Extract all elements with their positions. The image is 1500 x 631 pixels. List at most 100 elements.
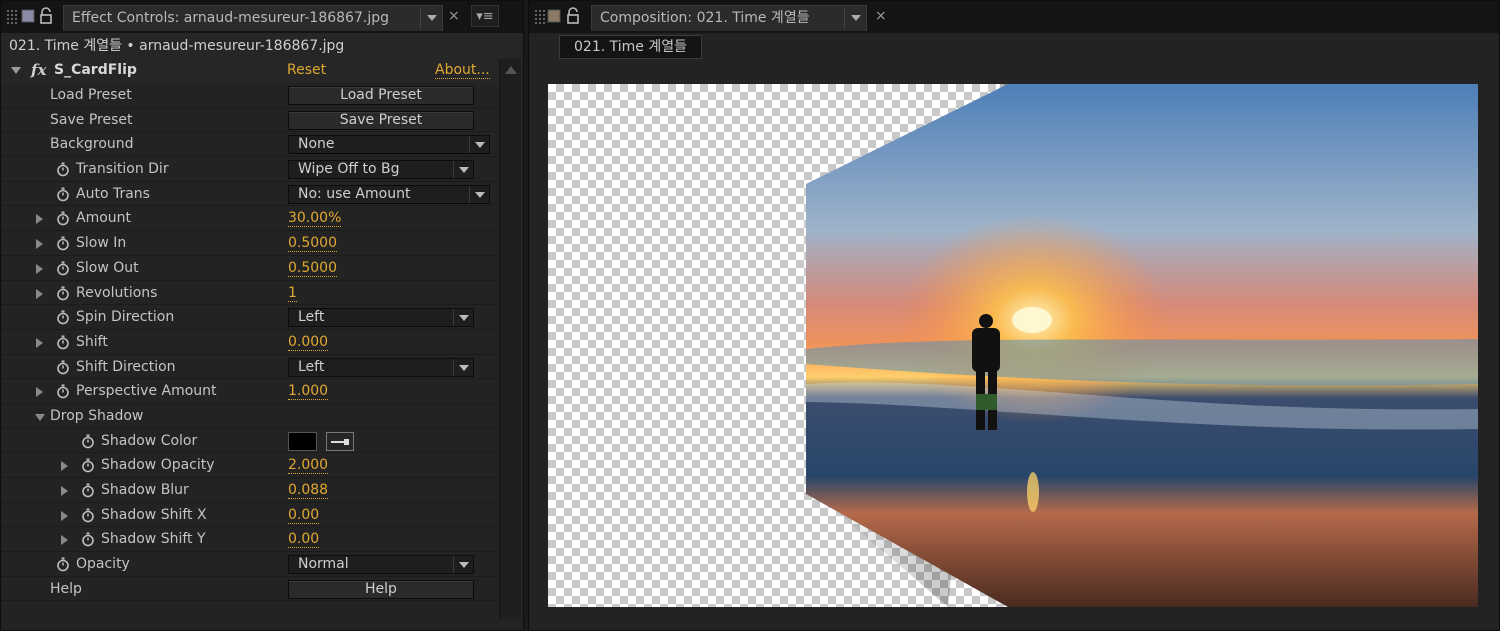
shadow-blur-value[interactable]: 0.088 xyxy=(288,482,329,499)
twirl-triangle-icon[interactable] xyxy=(36,387,43,398)
stopwatch-icon[interactable] xyxy=(56,360,70,375)
twirl-triangle-icon[interactable] xyxy=(61,461,68,472)
property-row-amount: Amount 30.00% xyxy=(1,206,499,232)
slow-in-value[interactable]: 0.5000 xyxy=(288,235,337,253)
dropdown-arrow-icon xyxy=(453,358,473,376)
stopwatch-icon[interactable] xyxy=(56,211,70,226)
revolutions-value[interactable]: 1 xyxy=(288,285,297,302)
panel-menu-icon[interactable]: ▾≡ xyxy=(471,5,499,27)
twirl-open-icon[interactable] xyxy=(11,67,21,74)
transparency-grid-canvas[interactable] xyxy=(548,84,1478,607)
stopwatch-icon[interactable] xyxy=(56,335,70,350)
stopwatch-icon[interactable] xyxy=(81,483,95,498)
shift-value[interactable]: 0.000 xyxy=(288,334,329,351)
twirl-triangle-icon[interactable] xyxy=(36,263,43,274)
flipped-card xyxy=(806,84,1478,607)
property-label: Transition Dir xyxy=(76,161,169,178)
property-row-save-preset: Save Preset Save Preset xyxy=(1,107,499,133)
transition-dir-select[interactable]: Wipe Off to Bg xyxy=(288,160,474,180)
twirl-triangle-icon[interactable] xyxy=(36,214,43,225)
property-row-shift-direction: Shift Direction Left xyxy=(1,354,499,380)
property-label: Shadow Shift X xyxy=(101,506,207,523)
spin-direction-select[interactable]: Left xyxy=(288,308,474,328)
dropdown-arrow-icon xyxy=(469,185,489,203)
eyedropper-button[interactable] xyxy=(326,431,354,451)
opacity-select[interactable]: Normal xyxy=(288,555,474,575)
stopwatch-icon[interactable] xyxy=(56,261,70,276)
property-row-slow-out: Slow Out 0.5000 xyxy=(1,255,499,281)
stopwatch-icon[interactable] xyxy=(56,162,70,177)
stopwatch-icon[interactable] xyxy=(56,286,70,301)
twirl-triangle-icon[interactable] xyxy=(36,337,43,348)
property-label: Amount xyxy=(76,210,132,227)
twirl-triangle-icon[interactable] xyxy=(61,510,68,521)
grip-icon[interactable] xyxy=(6,9,18,25)
property-row-transition-dir: Transition Dir Wipe Off to Bg xyxy=(1,157,499,182)
property-label: Shift Direction xyxy=(76,358,176,375)
tab-dropdown[interactable] xyxy=(844,8,866,28)
slow-out-value[interactable]: 0.5000 xyxy=(288,260,337,277)
effect-name: S_CardFlip xyxy=(54,62,137,78)
stopwatch-icon[interactable] xyxy=(56,310,70,325)
lock-icon[interactable] xyxy=(566,7,580,25)
background-select[interactable]: None xyxy=(288,135,490,155)
shadow-shift-y-value[interactable]: 0.00 xyxy=(288,531,320,549)
shadow-shift-x-value[interactable]: 0.00 xyxy=(288,507,320,524)
property-row-opacity: Opacity Normal xyxy=(1,552,499,577)
stopwatch-icon[interactable] xyxy=(56,557,70,572)
save-preset-button[interactable]: Save Preset xyxy=(288,110,474,130)
composition-navigator: 021. Time 계열들 xyxy=(529,33,1499,67)
shift-direction-select[interactable]: Left xyxy=(288,357,474,377)
composition-tabbar: Composition: 021. Time 계열들 × xyxy=(529,1,1499,33)
perspective-amount-value[interactable]: 1.000 xyxy=(288,383,329,401)
close-icon[interactable]: × xyxy=(448,7,460,25)
effect-controls-tabbar: Effect Controls: arnaud-mesureur-186867.… xyxy=(1,1,523,33)
scrollbar[interactable] xyxy=(499,59,521,619)
tab-composition[interactable]: Composition: 021. Time 계열들 xyxy=(591,5,867,31)
select-value: No: use Amount xyxy=(298,185,411,202)
property-row-load-preset: Load Preset Load Preset xyxy=(1,83,499,108)
twirl-triangle-icon[interactable] xyxy=(61,535,68,546)
chevron-down-icon xyxy=(427,15,437,21)
reset-link[interactable]: Reset xyxy=(287,62,326,78)
scroll-up-icon[interactable] xyxy=(505,66,517,74)
property-label: Spin Direction xyxy=(76,309,175,326)
eyedropper-icon xyxy=(331,438,349,445)
dropdown-arrow-icon xyxy=(453,309,473,327)
panel-swatch-icon xyxy=(21,9,35,23)
help-button[interactable]: Help xyxy=(288,579,474,599)
close-icon[interactable]: × xyxy=(875,7,887,25)
grip-icon[interactable] xyxy=(534,9,546,25)
shadow-color-swatch[interactable] xyxy=(288,431,317,451)
twirl-triangle-icon[interactable] xyxy=(36,288,43,299)
lock-icon[interactable] xyxy=(39,7,53,25)
stopwatch-icon[interactable] xyxy=(81,434,95,449)
twirl-open-icon[interactable] xyxy=(35,413,45,421)
stopwatch-icon[interactable] xyxy=(81,532,95,547)
dropdown-arrow-icon xyxy=(469,136,489,154)
property-row-shadow-blur: Shadow Blur 0.088 xyxy=(1,478,499,503)
composition-viewer[interactable] xyxy=(529,67,1499,630)
auto-trans-select[interactable]: No: use Amount xyxy=(288,184,490,204)
twirl-triangle-icon[interactable] xyxy=(36,239,43,250)
composition-name-chip[interactable]: 021. Time 계열들 xyxy=(559,35,702,59)
amount-value[interactable]: 30.00% xyxy=(288,210,342,228)
property-row-background: Background None xyxy=(1,132,499,158)
stopwatch-icon[interactable] xyxy=(81,508,95,523)
tab-dropdown[interactable] xyxy=(420,8,442,28)
stopwatch-icon[interactable] xyxy=(56,187,70,202)
shadow-opacity-value[interactable]: 2.000 xyxy=(288,457,329,475)
select-value: Left xyxy=(298,358,325,375)
effect-header[interactable]: fx S_CardFlip Reset About... xyxy=(1,59,523,83)
property-row-help: Help Help xyxy=(1,576,499,602)
fx-icon[interactable]: fx xyxy=(31,61,46,79)
stopwatch-icon[interactable] xyxy=(56,236,70,251)
twirl-triangle-icon[interactable] xyxy=(61,486,68,496)
stopwatch-icon[interactable] xyxy=(81,458,95,473)
about-link[interactable]: About... xyxy=(435,62,490,79)
property-label: Help xyxy=(50,580,82,597)
load-preset-button[interactable]: Load Preset xyxy=(288,86,474,105)
property-row-shadow-color: Shadow Color xyxy=(1,428,499,454)
stopwatch-icon[interactable] xyxy=(56,384,70,399)
tab-effect-controls[interactable]: Effect Controls: arnaud-mesureur-186867.… xyxy=(63,5,443,31)
